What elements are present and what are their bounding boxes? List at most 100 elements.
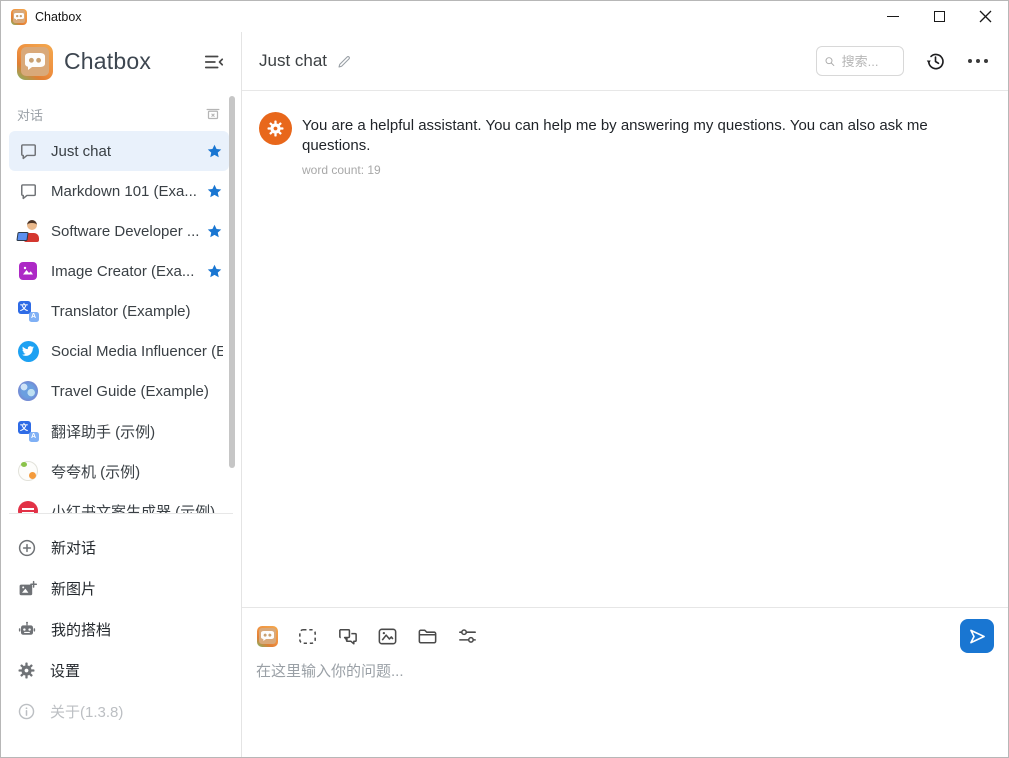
app-title: Chatbox [64,48,151,75]
composer-toolbar [256,617,994,655]
window-title: Chatbox [35,10,82,24]
conversation-item-just-chat[interactable]: Just chat [9,131,229,171]
chat-title: Just chat [259,51,327,71]
sidebar: Chatbox 对话 Just chat [1,32,242,757]
chat-bubble-icon [17,140,39,162]
info-icon [17,702,36,721]
search-box [816,46,904,76]
conversation-item-kuakuaji[interactable]: 夸夸机 (示例) [9,451,229,491]
close-icon [979,10,992,23]
folder-button[interactable] [416,625,439,648]
conversation-label: Image Creator (Exa... [51,263,200,280]
model-selector-button[interactable] [256,625,279,648]
conversation-item-xiaohongshu[interactable]: 小红书文案生成器 (示例) [9,491,229,513]
collapse-sidebar-button[interactable] [203,51,225,73]
sidebar-menu: 新对话 新图片 我的搭档 设置 关于(1.3.8) [1,514,241,732]
conversation-label: Travel Guide (Example) [51,383,223,400]
menu-item-about[interactable]: 关于(1.3.8) [1,691,241,732]
word-count: word count: 19 [302,163,988,177]
conversation-label: 小红书文案生成器 (示例) [51,501,223,514]
history-icon [924,50,947,73]
developer-emoji-icon [17,220,39,242]
clear-conversations-button[interactable] [204,105,222,123]
app-icon [11,9,27,25]
chick-emoji-icon [17,460,39,482]
message-text: You are a helpful assistant. You can hel… [302,116,988,155]
conversation-label: 夸夸机 (示例) [51,461,223,482]
message-list: You are a helpful assistant. You can hel… [242,91,1008,607]
maximize-button[interactable] [916,1,962,32]
twitter-icon [17,340,39,362]
conversation-item-translate-assistant[interactable]: 文A 翻译助手 (示例) [9,411,229,451]
message-content: You are a helpful assistant. You can hel… [302,112,988,177]
star-icon[interactable] [206,263,223,280]
conversation-item-image-creator[interactable]: Image Creator (Exa... [9,251,229,291]
folder-icon [416,625,439,648]
sidebar-header: Chatbox [1,32,241,91]
search-icon [824,54,836,69]
sliders-icon [456,625,479,648]
selection-box-button[interactable] [296,625,319,648]
system-message: You are a helpful assistant. You can hel… [259,112,988,177]
conversation-label: Just chat [51,143,200,160]
conversation-label: Markdown 101 (Exa... [51,183,200,200]
globe-icon [17,380,39,402]
image-icon [376,625,399,648]
edit-title-button[interactable] [336,53,353,70]
send-button[interactable] [960,619,994,653]
send-icon [967,626,988,647]
robot-icon [17,620,37,640]
conversation-item-social-media-influencer[interactable]: Social Media Influencer (E... [9,331,229,371]
image-upload-button[interactable] [376,625,399,648]
search-input[interactable] [840,53,897,70]
star-icon[interactable] [206,143,223,160]
title-bar: Chatbox [1,1,1008,32]
conversation-label: 翻译助手 (示例) [51,421,223,442]
conversations-section: 对话 [1,97,241,131]
translate-icon: 文A [17,300,39,322]
more-options-button[interactable] [968,51,988,71]
conversation-item-translator[interactable]: 文A Translator (Example) [9,291,229,331]
conversation-item-travel-guide[interactable]: Travel Guide (Example) [9,371,229,411]
xiaohongshu-icon [17,500,39,513]
composer [242,607,1008,757]
conversation-item-markdown-101[interactable]: Markdown 101 (Exa... [9,171,229,211]
menu-item-settings[interactable]: 设置 [1,650,241,691]
settings-sliders-button[interactable] [456,625,479,648]
menu-item-new-chat[interactable]: 新对话 [1,527,241,568]
minimize-button[interactable] [870,1,916,32]
chatbox-mini-icon [257,626,278,647]
chatbox-window: Chatbox Chatbox 对话 [0,0,1009,758]
menu-item-new-image[interactable]: 新图片 [1,568,241,609]
conversation-label: Social Media Influencer (E... [51,343,223,360]
star-icon[interactable] [206,223,223,240]
quote-button[interactable] [336,625,359,648]
close-button[interactable] [962,1,1008,32]
window-controls [870,1,1008,32]
star-icon[interactable] [206,183,223,200]
gear-icon [17,661,36,680]
new-image-icon [17,579,37,599]
menu-label: 新对话 [51,537,96,558]
conversations-section-label: 对话 [17,105,43,124]
chat-header: Just chat [242,32,1008,91]
plus-circle-icon [17,538,37,558]
conversation-label: Translator (Example) [51,303,223,320]
menu-item-my-partners[interactable]: 我的搭档 [1,609,241,650]
chatbox-logo-icon [17,44,53,80]
message-input[interactable] [256,660,957,730]
clear-tray-icon [204,105,222,123]
conversation-item-software-developer[interactable]: Software Developer ... [9,211,229,251]
sidebar-scrollbar[interactable] [229,96,235,468]
conversation-list: 对话 Just chat Markdown 101 (Exa... [1,91,241,513]
menu-label: 关于(1.3.8) [50,701,123,722]
minimize-icon [887,16,899,17]
history-button[interactable] [924,50,947,73]
maximize-icon [934,11,945,22]
menu-label: 设置 [50,660,80,681]
menu-label: 新图片 [51,578,96,599]
image-purple-icon [17,260,39,282]
translate-icon: 文A [17,420,39,442]
conversation-label: Software Developer ... [51,223,200,240]
collapse-sidebar-icon [203,51,225,73]
